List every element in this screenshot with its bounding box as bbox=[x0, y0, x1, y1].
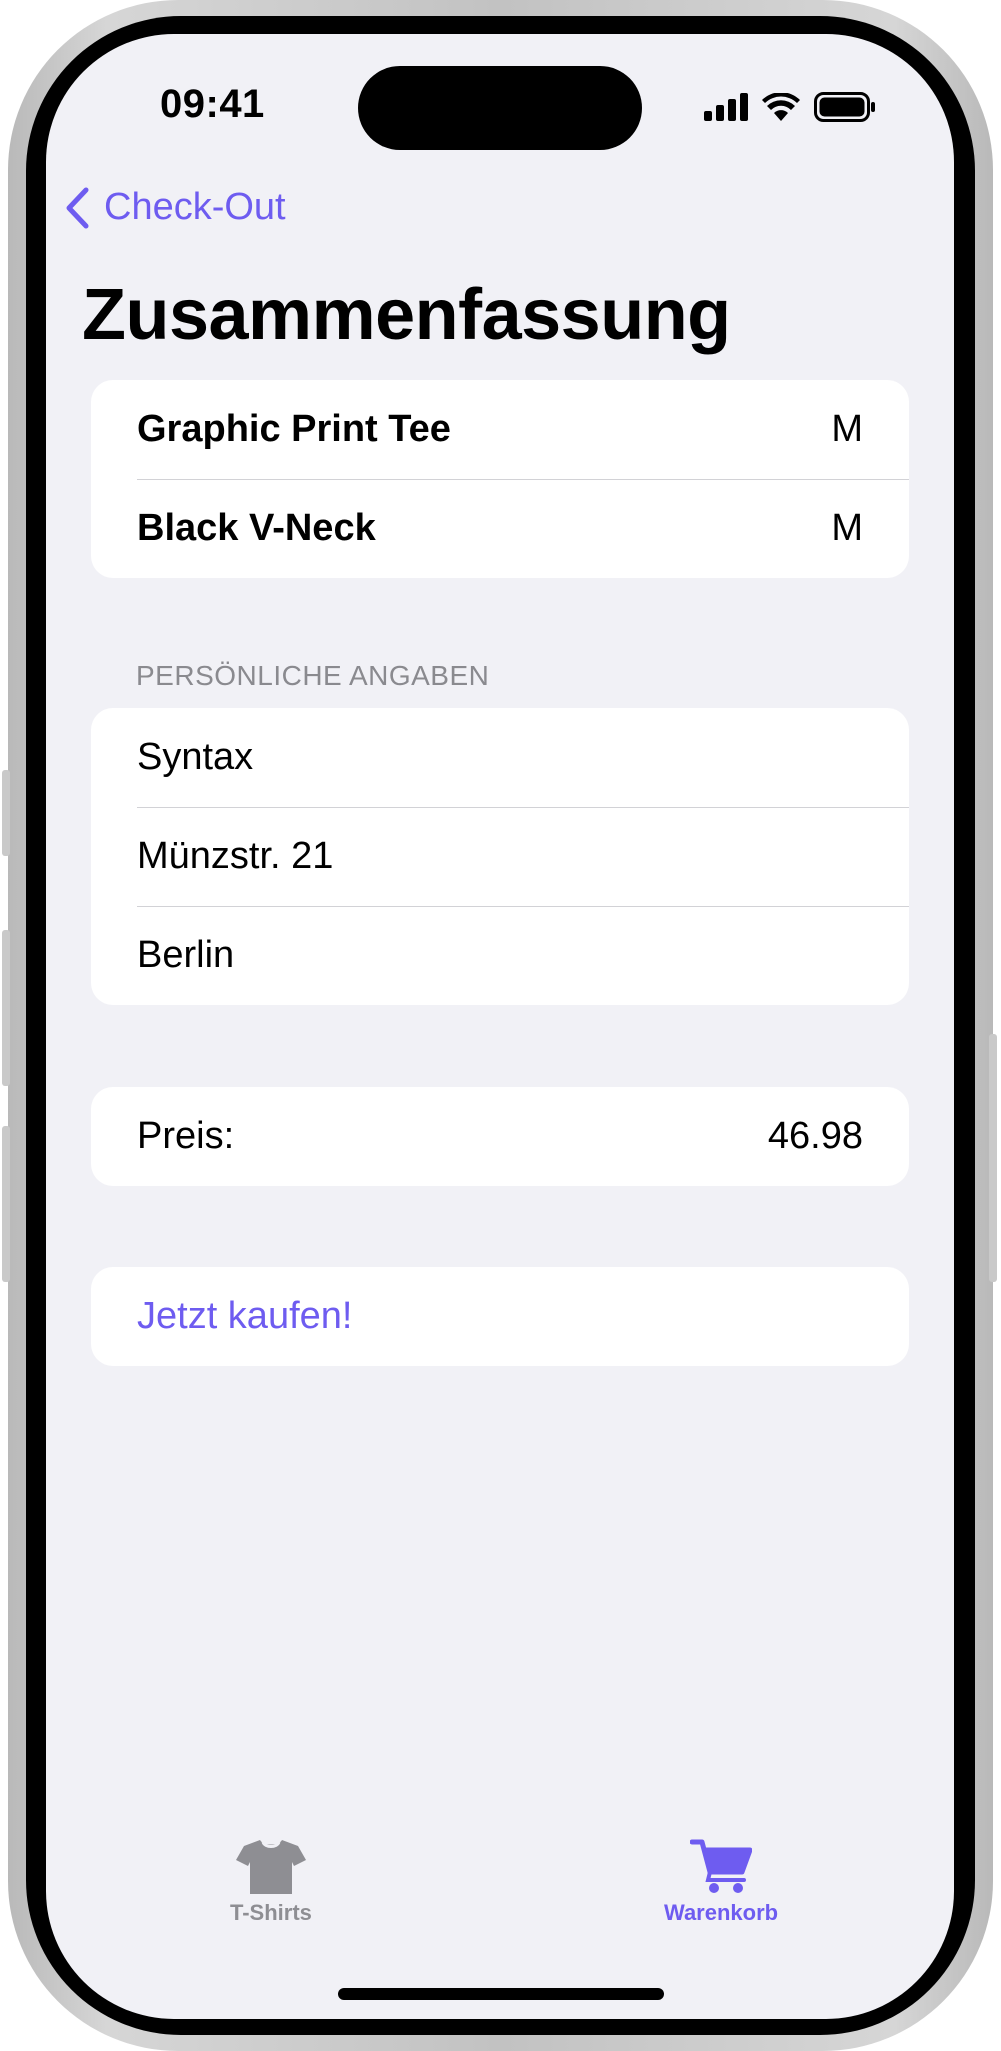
tab-tshirts-label: T-Shirts bbox=[230, 1900, 312, 1925]
volume-down-button bbox=[2, 930, 10, 1086]
item-size: M bbox=[831, 408, 863, 450]
cellular-signal-icon bbox=[704, 93, 748, 121]
buy-card: Jetzt kaufen! bbox=[91, 1267, 909, 1366]
list-item: Graphic Print Tee M bbox=[91, 380, 909, 479]
status-icons bbox=[704, 92, 876, 122]
list-item: Black V-Neck M bbox=[91, 479, 909, 578]
price-row: Preis: 46.98 bbox=[91, 1087, 909, 1186]
battery-icon bbox=[814, 92, 875, 122]
app-screen: 09:41 Check-Out Zusammenfassung Graphic … bbox=[46, 34, 954, 2019]
home-indicator[interactable] bbox=[338, 1988, 664, 2000]
tab-warenkorb[interactable]: Warenkorb bbox=[664, 1838, 778, 1926]
tab-warenkorb-label: Warenkorb bbox=[664, 1900, 779, 1925]
price-card: Preis: 46.98 bbox=[91, 1087, 909, 1186]
item-size: M bbox=[831, 507, 863, 549]
personal-name-row: Syntax bbox=[91, 708, 909, 807]
buy-now-label: Jetzt kaufen! bbox=[137, 1295, 353, 1337]
personal-street: Münzstr. 21 bbox=[137, 835, 334, 877]
personal-card: Syntax Münzstr. 21 Berlin bbox=[91, 708, 909, 1005]
section-header-personal: PERSÖNLICHE ANGABEN bbox=[136, 660, 490, 691]
tshirt-icon bbox=[235, 1840, 306, 1894]
personal-name: Syntax bbox=[137, 736, 254, 778]
volume-lower-button bbox=[2, 1126, 10, 1282]
items-card: Graphic Print Tee M Black V-Neck M bbox=[91, 380, 909, 578]
status-time: 09:41 bbox=[160, 82, 265, 126]
dynamic-island bbox=[358, 66, 642, 150]
personal-street-row: Münzstr. 21 bbox=[91, 807, 909, 906]
power-button bbox=[989, 1034, 997, 1282]
buy-now-button[interactable]: Jetzt kaufen! bbox=[91, 1267, 909, 1366]
item-name: Black V-Neck bbox=[137, 507, 376, 549]
personal-city: Berlin bbox=[137, 934, 235, 976]
wifi-icon bbox=[762, 93, 800, 121]
volume-up-button bbox=[2, 770, 10, 856]
back-button-label: Check-Out bbox=[104, 186, 286, 228]
price-value: 46.98 bbox=[767, 1115, 863, 1157]
page-title: Zusammenfassung bbox=[82, 275, 731, 355]
cart-icon bbox=[690, 1839, 753, 1893]
price-label: Preis: bbox=[137, 1115, 235, 1157]
back-button[interactable]: Check-Out bbox=[64, 186, 286, 229]
item-name: Graphic Print Tee bbox=[137, 408, 451, 450]
chevron-left-icon bbox=[66, 187, 89, 228]
tab-tshirts[interactable]: T-Shirts bbox=[230, 1838, 312, 1926]
personal-city-row: Berlin bbox=[91, 906, 909, 1005]
